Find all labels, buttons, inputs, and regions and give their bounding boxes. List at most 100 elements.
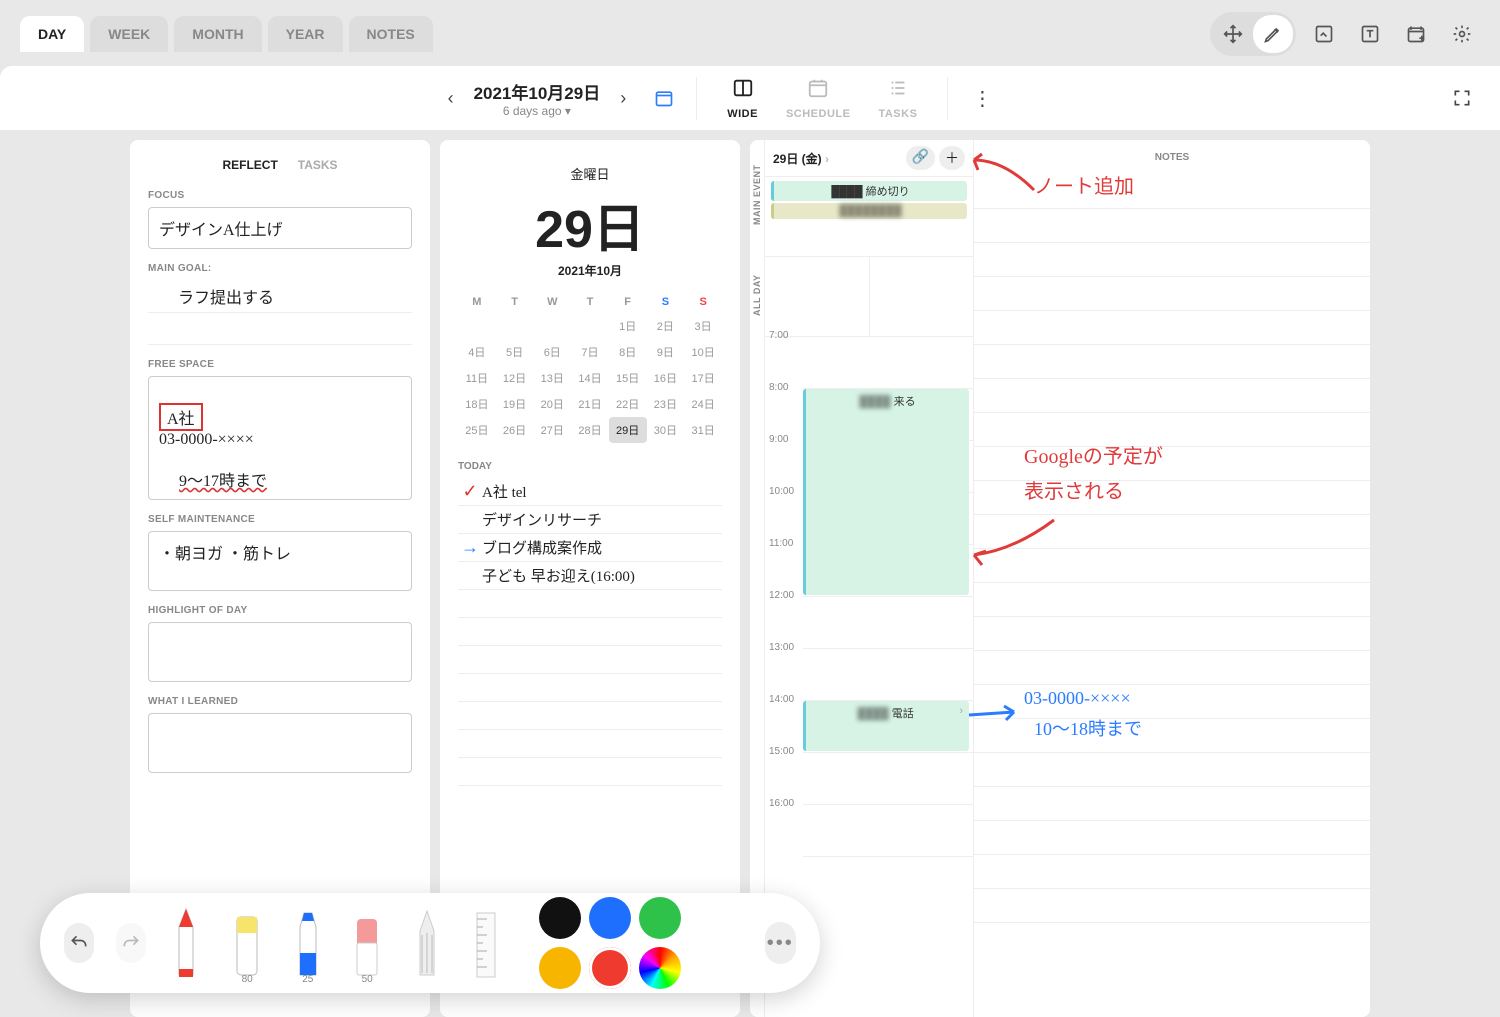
swatch-blue[interactable]: [589, 897, 631, 939]
date-title[interactable]: 2021年10月29日 6 days ago ▾: [474, 79, 601, 118]
tool-size: 80: [242, 974, 253, 985]
free-space-tag: A社: [159, 403, 203, 431]
sub-bar: ‹ 2021年10月29日 6 days ago ▾ › WIDE SCHEDU…: [0, 66, 1500, 130]
all-day-zone[interactable]: [765, 257, 973, 337]
arrow-icon: →: [458, 537, 482, 558]
today-item[interactable]: [458, 758, 722, 786]
swatch-yellow[interactable]: [539, 947, 581, 989]
main-event-zone[interactable]: ████ 締め切り ████████: [765, 177, 973, 257]
mini-calendar[interactable]: MTWTFSS 1日2日3日 4日5日6日7日8日9日10日 11日12日13日…: [458, 291, 722, 443]
pen-tool[interactable]: [168, 903, 205, 983]
today-item[interactable]: →ブログ構成案作成: [458, 534, 722, 562]
annotation: 03-0000-××××: [1024, 688, 1131, 709]
chevron-down-icon: ▾: [565, 104, 571, 118]
today-item[interactable]: デザインリサーチ: [458, 506, 722, 534]
today-item[interactable]: [458, 730, 722, 758]
next-day-icon[interactable]: ›: [614, 82, 632, 115]
more-tools-icon[interactable]: •••: [765, 922, 796, 964]
schedule-panel: MAIN EVENT ALL DAY 29日 (金) › 🔗 ＋ ████ 締め…: [750, 140, 1370, 1017]
highlight-label: HIGHLIGHT OF DAY: [148, 605, 412, 616]
move-mode-icon[interactable]: [1213, 15, 1253, 53]
free-space-text: 9〜17時まで: [179, 473, 267, 490]
mode-schedule[interactable]: SCHEDULE: [786, 77, 851, 120]
date-main: 2021年10月29日: [474, 79, 601, 104]
view-tabs: DAY WEEK MONTH YEAR NOTES: [20, 16, 433, 52]
tab-day[interactable]: DAY: [20, 16, 84, 52]
event-chip[interactable]: ████ 締め切り: [771, 181, 967, 201]
undo-button[interactable]: [64, 923, 94, 963]
big-date: 29日: [458, 187, 722, 262]
hour-grid[interactable]: 7:00 8:00 9:00 10:00 11:00 12:00 13:00 1…: [765, 337, 973, 857]
tool-tray: 80 25 50 •••: [40, 893, 820, 993]
tab-week[interactable]: WEEK: [90, 16, 168, 52]
swatch-red[interactable]: [589, 947, 631, 989]
edit-icon[interactable]: [1306, 16, 1342, 52]
today-item[interactable]: [458, 646, 722, 674]
pen-mode-icon[interactable]: [1253, 15, 1293, 53]
today-item[interactable]: [458, 590, 722, 618]
reflect-tab[interactable]: REFLECT: [222, 158, 277, 172]
today-item[interactable]: 子ども 早お迎え(16:00): [458, 562, 722, 590]
self-maint-field[interactable]: ・朝ヨガ ・筋トレ: [148, 531, 412, 591]
day-of-week: 金曜日: [458, 164, 722, 183]
today-item[interactable]: [458, 674, 722, 702]
add-event-icon[interactable]: ＋: [939, 146, 965, 170]
highlight-field[interactable]: [148, 622, 412, 682]
highlighter-tool[interactable]: 80: [227, 903, 267, 983]
focus-field[interactable]: デザインA仕上げ: [148, 207, 412, 249]
top-bar: DAY WEEK MONTH YEAR NOTES: [0, 0, 1500, 66]
calendar-add-icon[interactable]: [1398, 16, 1434, 52]
event-block[interactable]: ████ 電話 ›: [803, 701, 969, 751]
tasks-tab[interactable]: TASKS: [298, 158, 338, 172]
jump-today-icon[interactable]: [646, 80, 682, 116]
tool-size: 25: [302, 974, 313, 985]
main-goal-label: MAIN GOAL:: [148, 263, 412, 274]
today-label: TODAY: [458, 461, 722, 472]
main-goal-row[interactable]: ラフ提出する: [148, 280, 412, 313]
mode-pill: [1210, 12, 1296, 56]
annotation: 10〜18時まで: [1034, 715, 1142, 741]
notes-column[interactable]: NOTES ノート追加 Googleの予定が 表示される 03-0000-×××…: [974, 140, 1370, 1017]
annotation: Googleの予定が: [1024, 440, 1163, 469]
event-block[interactable]: ████ 来る: [803, 389, 969, 595]
today-item[interactable]: [458, 618, 722, 646]
tab-month[interactable]: MONTH: [174, 16, 261, 52]
marker-tool[interactable]: 25: [289, 903, 326, 983]
swatch-black[interactable]: [539, 897, 581, 939]
timeline-date: 29日 (金) ›: [773, 150, 829, 167]
today-item[interactable]: ✓A社 tel: [458, 478, 722, 506]
learned-field[interactable]: [148, 713, 412, 773]
event-chip[interactable]: ████████: [771, 203, 967, 219]
today-panel: 金曜日 29日 2021年10月 MTWTFSS 1日2日3日 4日5日6日7日…: [440, 140, 740, 1017]
more-menu-icon[interactable]: ⋮: [962, 86, 1002, 111]
redo-button[interactable]: [116, 923, 146, 963]
pencil-tool[interactable]: [408, 903, 445, 983]
timeline: 29日 (金) › 🔗 ＋ ████ 締め切り ████████ 7:00 8:…: [764, 140, 974, 1017]
layout-modes: WIDE SCHEDULE TASKS: [696, 77, 948, 120]
free-space-field[interactable]: A社 03-0000-×××× 9〜17時まで: [148, 376, 412, 500]
text-icon[interactable]: [1352, 16, 1388, 52]
free-space-label: FREE SPACE: [148, 359, 412, 370]
mode-wide[interactable]: WIDE: [727, 77, 758, 120]
mode-tasks[interactable]: TASKS: [878, 77, 917, 120]
today-item[interactable]: [458, 702, 722, 730]
swatch-green[interactable]: [639, 897, 681, 939]
eraser-tool[interactable]: 50: [349, 903, 386, 983]
link-icon[interactable]: 🔗: [906, 146, 935, 170]
tab-year[interactable]: YEAR: [268, 16, 343, 52]
all-day-label: ALL DAY: [750, 250, 764, 340]
swatch-rainbow[interactable]: [639, 947, 681, 989]
learned-label: WHAT I LEARNED: [148, 696, 412, 707]
ruler-tool[interactable]: [467, 903, 504, 983]
fullscreen-icon[interactable]: [1444, 80, 1480, 116]
tab-notes[interactable]: NOTES: [349, 16, 433, 52]
reflect-tabs: REFLECT TASKS: [148, 158, 412, 172]
prev-day-icon[interactable]: ‹: [442, 82, 460, 115]
topbar-actions: [1210, 12, 1480, 56]
settings-icon[interactable]: [1444, 16, 1480, 52]
tool-size: 50: [362, 974, 373, 985]
main-goal-row[interactable]: [148, 313, 412, 345]
chevron-right-icon[interactable]: ›: [825, 152, 829, 166]
annotation: ノート追加: [1034, 170, 1134, 199]
date-sub: 6 days ago ▾: [474, 104, 601, 118]
